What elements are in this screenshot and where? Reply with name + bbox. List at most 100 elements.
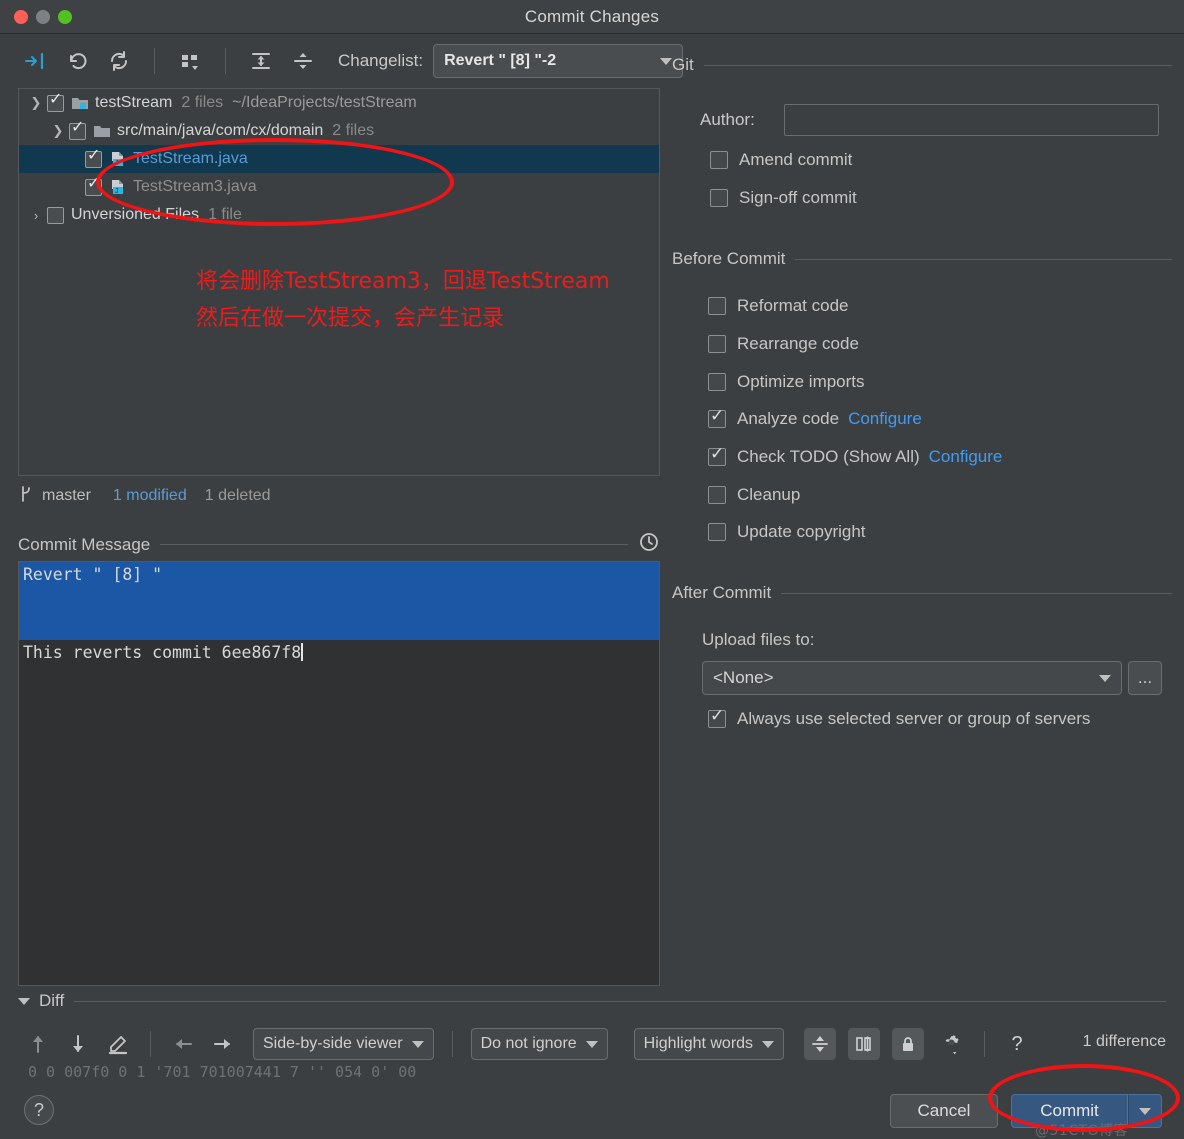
ignore-mode-dropdown[interactable]: Do not ignore — [470, 1028, 608, 1060]
prev-difference-icon[interactable] — [24, 1030, 52, 1058]
highlight-mode-dropdown[interactable]: Highlight words — [633, 1028, 785, 1060]
text-caret — [301, 643, 304, 661]
window-title: Commit Changes — [524, 6, 660, 26]
git-section-header: Git — [672, 55, 1172, 75]
sync-scroll-icon[interactable] — [848, 1028, 881, 1060]
checkbox-box[interactable] — [708, 707, 726, 728]
update-copyright-checkbox[interactable]: Update copyright — [708, 522, 866, 542]
java-file-icon: J — [109, 151, 127, 167]
after-commit-title: After Commit — [672, 583, 772, 602]
java-file-icon: J — [109, 179, 127, 195]
apply-right-icon[interactable] — [209, 1030, 237, 1058]
changelist-dropdown[interactable]: Revert " [8] "-2 — [433, 44, 684, 78]
checkbox-box[interactable] — [708, 445, 726, 466]
checkbox-box[interactable] — [708, 373, 726, 391]
tree-checkbox-teststream3[interactable] — [85, 176, 102, 196]
commit-message-line-3-wrap: This reverts commit 6ee867f8 — [19, 640, 659, 666]
collapse-unchanged-icon[interactable] — [804, 1028, 837, 1060]
chevron-down-icon[interactable]: ❯ — [25, 95, 47, 111]
upload-server-dropdown[interactable]: <None> — [702, 661, 1122, 695]
group-by-icon[interactable] — [177, 48, 203, 74]
checkbox-box[interactable] — [708, 297, 726, 315]
rearrange-code-checkbox[interactable]: Rearrange code — [708, 334, 859, 354]
tree-label-unversioned: Unversioned Files — [71, 206, 200, 223]
checkbox-box[interactable] — [708, 523, 726, 541]
optimize-imports-label: Optimize imports — [737, 372, 865, 391]
cancel-button[interactable]: Cancel — [890, 1094, 998, 1128]
tree-checkbox-unversioned[interactable] — [47, 206, 64, 224]
window-titlebar: Commit Changes — [0, 0, 1184, 34]
upload-files-label: Upload files to: — [702, 630, 815, 649]
header-divider — [74, 1000, 1166, 1002]
chevron-down-icon[interactable] — [18, 997, 30, 1005]
check-todo-checkbox[interactable]: Check TODO (Show All) Configure — [708, 445, 1003, 467]
tree-row-teststream[interactable]: J TestStream.java — [19, 145, 659, 173]
chevron-down-icon[interactable]: ❯ — [47, 123, 69, 139]
author-field[interactable] — [784, 104, 1159, 136]
tree-row-project[interactable]: ❯ testStream 2 files ~/IdeaProjects/test… — [19, 89, 659, 117]
optimize-imports-checkbox[interactable]: Optimize imports — [708, 372, 865, 392]
chevron-down-icon — [1139, 1107, 1151, 1115]
author-label: Author: — [700, 110, 755, 129]
signoff-commit-checkbox[interactable]: Sign-off commit — [710, 188, 857, 208]
check-todo-configure-link[interactable]: Configure — [929, 447, 1003, 467]
viewer-mode-value: Side-by-side viewer — [263, 1035, 403, 1052]
settings-gear-icon[interactable] — [938, 1030, 966, 1058]
tree-row-teststream3[interactable]: J TestStream3.java — [19, 173, 659, 201]
expand-all-icon[interactable] — [248, 48, 274, 74]
collapse-selection-icon[interactable] — [22, 48, 48, 74]
analyze-code-checkbox[interactable]: Analyze code Configure — [708, 407, 922, 429]
viewer-mode-dropdown[interactable]: Side-by-side viewer — [253, 1028, 434, 1060]
diff-toolbar-separator — [150, 1031, 151, 1057]
changelist-label: Changelist: — [338, 51, 424, 70]
tree-checkbox-project[interactable] — [47, 92, 64, 112]
modified-count[interactable]: 1 modified — [113, 487, 187, 505]
update-copyright-label: Update copyright — [737, 522, 866, 541]
tree-checkbox-teststream[interactable] — [85, 148, 102, 168]
commit-message-textarea[interactable]: Revert " [8] " This reverts commit 6ee86… — [18, 561, 660, 986]
lock-icon[interactable] — [892, 1028, 925, 1060]
tree-meta-unversioned: 1 file — [208, 206, 242, 223]
next-difference-icon[interactable] — [64, 1030, 92, 1058]
checkbox-box[interactable] — [708, 407, 726, 428]
chevron-right-icon[interactable]: › — [25, 208, 47, 223]
difference-count-label: 1 difference — [1082, 1033, 1166, 1050]
svg-text:J: J — [115, 188, 119, 195]
collapse-all-icon[interactable] — [290, 48, 316, 74]
diff-toolbar-separator-3 — [984, 1031, 986, 1057]
deleted-count[interactable]: 1 deleted — [205, 487, 271, 505]
browse-servers-button[interactable]: ... — [1128, 661, 1162, 695]
ignore-mode-value: Do not ignore — [480, 1035, 577, 1052]
chevron-down-icon — [1099, 674, 1111, 682]
chevron-down-icon — [585, 1040, 598, 1048]
refresh-icon[interactable] — [106, 48, 132, 74]
diff-section-header[interactable]: Diff — [18, 991, 1166, 1011]
checkbox-box[interactable] — [708, 486, 726, 504]
cleanup-checkbox[interactable]: Cleanup — [708, 485, 800, 505]
help-button[interactable]: ? — [24, 1095, 54, 1125]
tree-checkbox-package[interactable] — [69, 120, 86, 140]
commit-dropdown-button[interactable] — [1128, 1094, 1162, 1128]
tree-row-unversioned[interactable]: › Unversioned Files 1 file — [19, 201, 659, 229]
git-section-title: Git — [672, 55, 694, 74]
tree-label-teststream3: TestStream3.java — [133, 178, 257, 195]
help-question-icon[interactable]: ? — [1003, 1030, 1031, 1058]
changed-files-tree[interactable]: ❯ testStream 2 files ~/IdeaProjects/test… — [18, 88, 660, 476]
checkbox-box[interactable] — [708, 335, 726, 353]
revert-icon[interactable] — [64, 48, 90, 74]
diff-toolbar: Side-by-side viewer Do not ignore Highli… — [24, 1022, 1164, 1066]
amend-commit-checkbox[interactable]: Amend commit — [710, 150, 852, 170]
always-use-server-checkbox[interactable]: Always use selected server or group of s… — [708, 707, 1090, 729]
changelist-value: Revert " [8] "-2 — [444, 52, 557, 69]
reformat-code-checkbox[interactable]: Reformat code — [708, 296, 849, 316]
checkbox-box[interactable] — [710, 151, 728, 169]
tree-row-package[interactable]: ❯ src/main/java/com/cx/domain 2 files — [19, 117, 659, 145]
checkbox-box[interactable] — [710, 189, 728, 207]
clock-icon[interactable] — [638, 531, 660, 558]
diff-toolbar-separator-2 — [451, 1031, 453, 1057]
analyze-code-configure-link[interactable]: Configure — [848, 409, 922, 429]
edit-icon[interactable] — [104, 1030, 132, 1058]
check-todo-label: Check TODO (Show All) — [737, 447, 920, 466]
amend-commit-label: Amend commit — [739, 150, 853, 169]
apply-left-icon[interactable] — [169, 1030, 197, 1058]
